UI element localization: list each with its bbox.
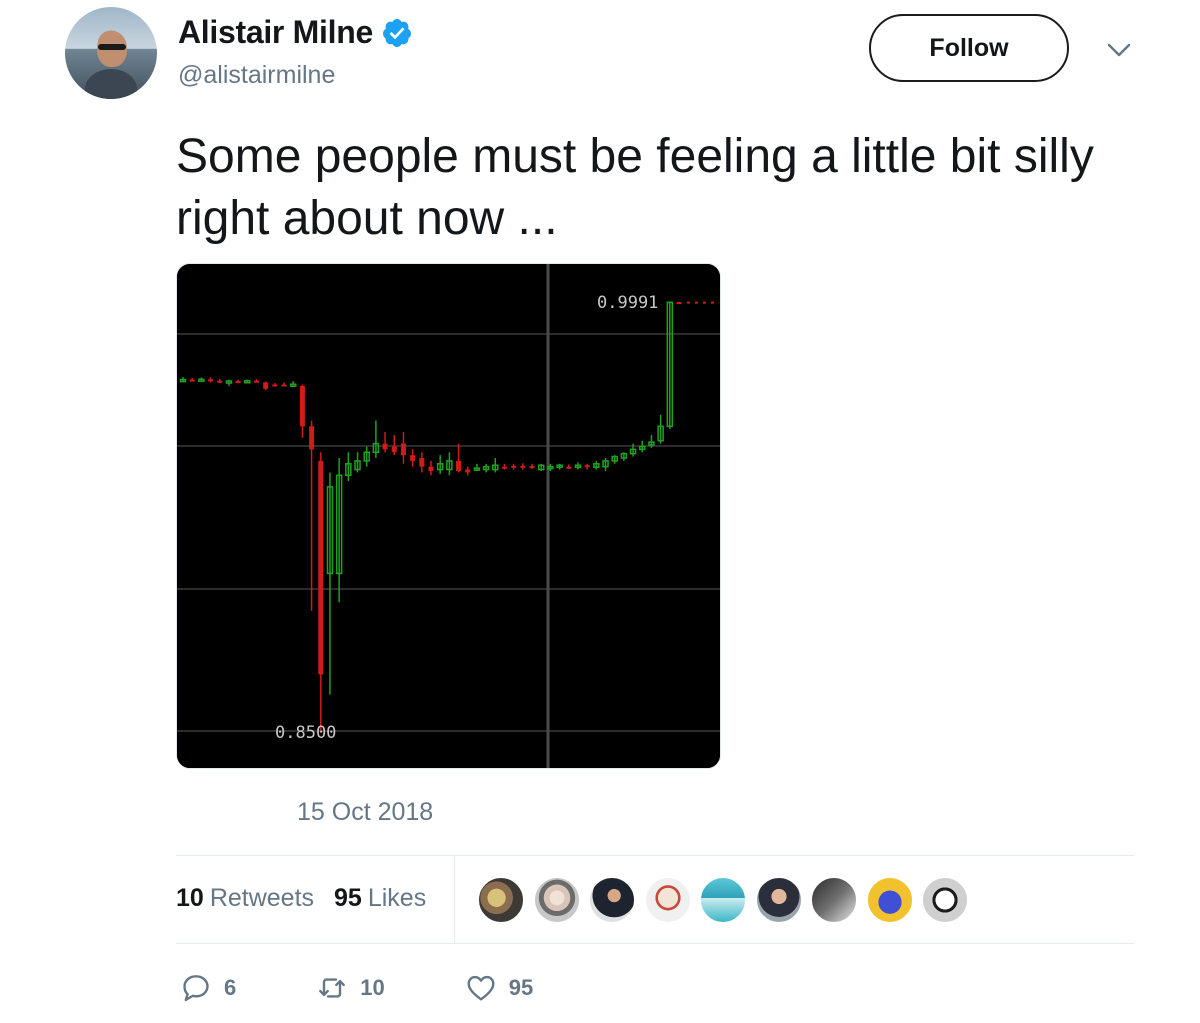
user-handle[interactable]: @alistairmilne — [178, 61, 335, 90]
candle-body — [511, 465, 517, 468]
tweet-text: Some people must be feeling a little bit… — [176, 130, 1094, 245]
candle-body — [318, 460, 324, 675]
candle-body — [309, 426, 315, 450]
engagement-stats: 10 Retweets 95 Likes — [176, 884, 426, 913]
candle-body — [382, 443, 388, 450]
avatar-sunglasses — [98, 44, 126, 50]
price-marker — [687, 301, 690, 304]
candle-body — [299, 385, 305, 427]
candle-body — [520, 465, 526, 468]
liker-avatar[interactable] — [754, 876, 803, 924]
name-row: Alistair Milne — [178, 14, 413, 51]
candle-body — [235, 381, 241, 384]
retweets-label: Retweets — [209, 884, 315, 912]
display-name[interactable]: Alistair Milne — [178, 14, 373, 51]
candle-body — [208, 379, 214, 382]
retweet-count: 10 — [360, 975, 385, 1000]
candle-body — [281, 384, 287, 387]
avatar-shirt — [85, 69, 137, 99]
divider-vertical — [454, 856, 455, 943]
candle-body — [428, 466, 434, 472]
candle-body — [217, 380, 223, 383]
liker-avatar[interactable] — [865, 876, 914, 924]
tweet-actions: 6 10 95 — [180, 972, 613, 1004]
price-marker — [711, 301, 714, 304]
liker-avatar[interactable] — [477, 876, 525, 924]
candle-body — [391, 446, 397, 453]
candle-body — [566, 466, 572, 469]
liker-avatar[interactable] — [810, 876, 858, 924]
liker-avatar[interactable] — [921, 876, 969, 924]
tweet-timestamp[interactable]: 15 Oct 2018 — [297, 798, 433, 827]
candle-body — [456, 460, 462, 472]
likes-label: Likes — [367, 884, 427, 912]
candle-body — [676, 302, 682, 304]
candle-body — [272, 384, 278, 387]
candlestick-chart: 0.9991 0.8500 — [177, 264, 720, 768]
chart-background — [177, 264, 720, 768]
candle-body — [253, 380, 259, 383]
liker-avatar[interactable] — [588, 876, 636, 924]
liker-avatars — [477, 876, 977, 924]
like-count: 95 — [508, 975, 534, 1000]
tweet-media-chart[interactable]: 0.9991 0.8500 — [176, 263, 721, 769]
like-action[interactable]: 95 — [465, 972, 533, 1004]
retweets-stat[interactable]: 10 Retweets — [176, 884, 314, 913]
low-price-label: 0.8500 — [275, 723, 336, 743]
heart-icon — [467, 975, 495, 1001]
divider — [176, 855, 1134, 856]
price-marker — [703, 301, 706, 304]
high-price-label: 0.9991 — [597, 293, 658, 313]
reply-action[interactable]: 6 — [180, 972, 236, 1004]
retweets-count: 10 — [176, 884, 204, 912]
candle-body — [410, 455, 416, 461]
candle-body — [465, 469, 471, 473]
likes-count: 95 — [334, 884, 362, 912]
reply-icon — [183, 975, 209, 1002]
liker-avatar[interactable] — [643, 876, 692, 924]
likes-stat[interactable]: 95 Likes — [334, 884, 426, 913]
liker-avatar[interactable] — [532, 876, 581, 924]
candle-body — [400, 443, 406, 456]
candle-body — [189, 379, 195, 382]
chevron-down-icon[interactable] — [1106, 40, 1132, 60]
verified-badge-icon — [382, 18, 411, 47]
retweet-icon — [319, 978, 346, 998]
user-avatar[interactable] — [65, 7, 157, 99]
candle-body — [501, 466, 507, 469]
candle-body — [529, 466, 535, 469]
divider — [176, 943, 1134, 944]
reply-count: 6 — [224, 975, 237, 1000]
follow-button[interactable]: Follow — [869, 14, 1069, 82]
candle-body — [263, 382, 269, 389]
retweet-action[interactable]: 10 — [316, 972, 385, 1004]
candle-body — [419, 458, 425, 467]
candle-body — [584, 465, 590, 468]
liker-avatar[interactable] — [699, 876, 747, 924]
price-marker — [695, 301, 698, 304]
